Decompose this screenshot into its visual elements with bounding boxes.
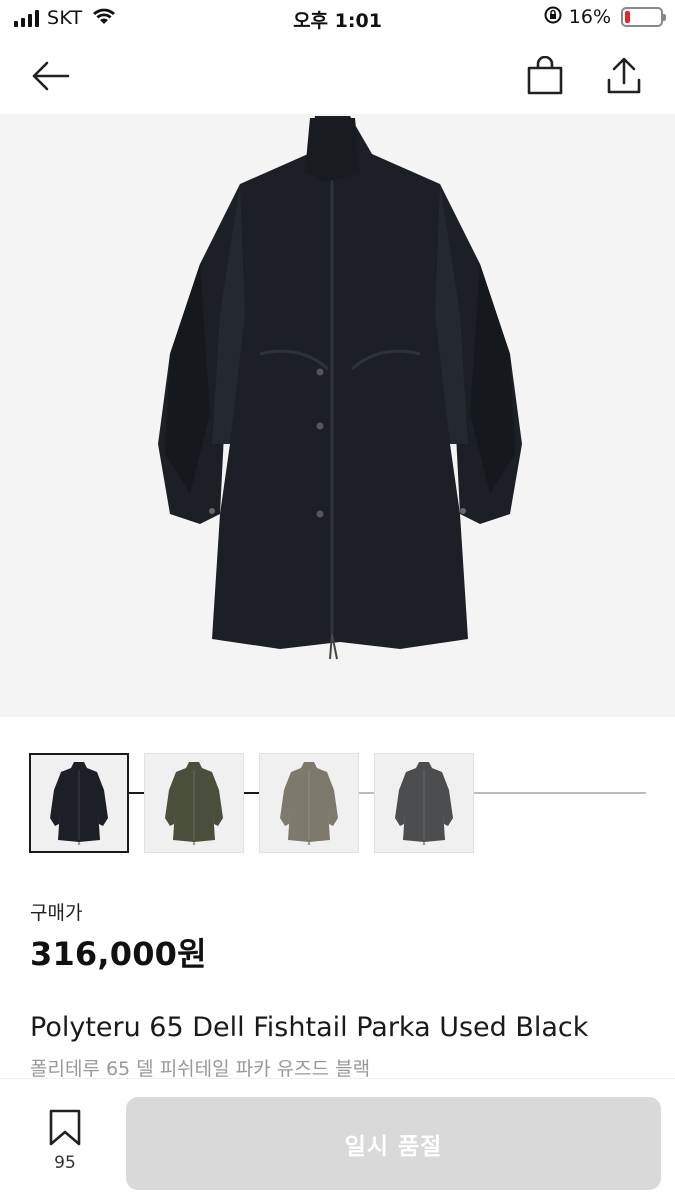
bottom-action-bar: 95 일시 품절 [0,1078,675,1200]
price-value: 316,000원 [30,935,207,973]
status-bar: SKT 오후 1:01 16% [0,0,675,40]
product-title-ko: 폴리테루 65 델 피쉬테일 파카 유즈드 블랙 [30,1058,371,1080]
thumbnail-3[interactable] [259,753,359,853]
share-button[interactable] [602,54,646,98]
nav-bar [0,40,675,114]
thumbnail-parka-image [50,762,108,846]
battery-level [625,11,631,23]
price-label: 구매가 [30,902,83,924]
battery-percent: 16% [568,6,611,28]
rotation-lock-icon [543,5,563,29]
product-image-carousel[interactable] [0,114,675,794]
product-image-parka [158,116,522,660]
sold-out-button[interactable]: 일시 품절 [126,1097,661,1190]
shopping-bag-button[interactable] [523,54,567,98]
thumbnail-parka-image [280,762,338,846]
product-title-en: Polyteru 65 Dell Fishtail Parka Used Bla… [30,1012,589,1043]
status-right: 16% [543,5,666,29]
thumbnail-list [29,753,474,853]
thumbnail-2[interactable] [144,753,244,853]
thumbnail-1[interactable] [29,753,129,853]
battery-icon [621,7,666,27]
bookmark-button[interactable]: 95 [40,1109,90,1173]
shopping-bag-icon [527,56,563,95]
bookmark-icon [49,1109,81,1146]
thumbnail-4[interactable] [374,753,474,853]
back-button[interactable] [28,54,72,98]
bookmark-count: 95 [54,1153,76,1173]
arrow-left-icon [32,61,70,91]
share-icon [607,57,641,94]
thumbnail-parka-image [395,762,453,846]
thumbnail-parka-image [165,762,223,846]
